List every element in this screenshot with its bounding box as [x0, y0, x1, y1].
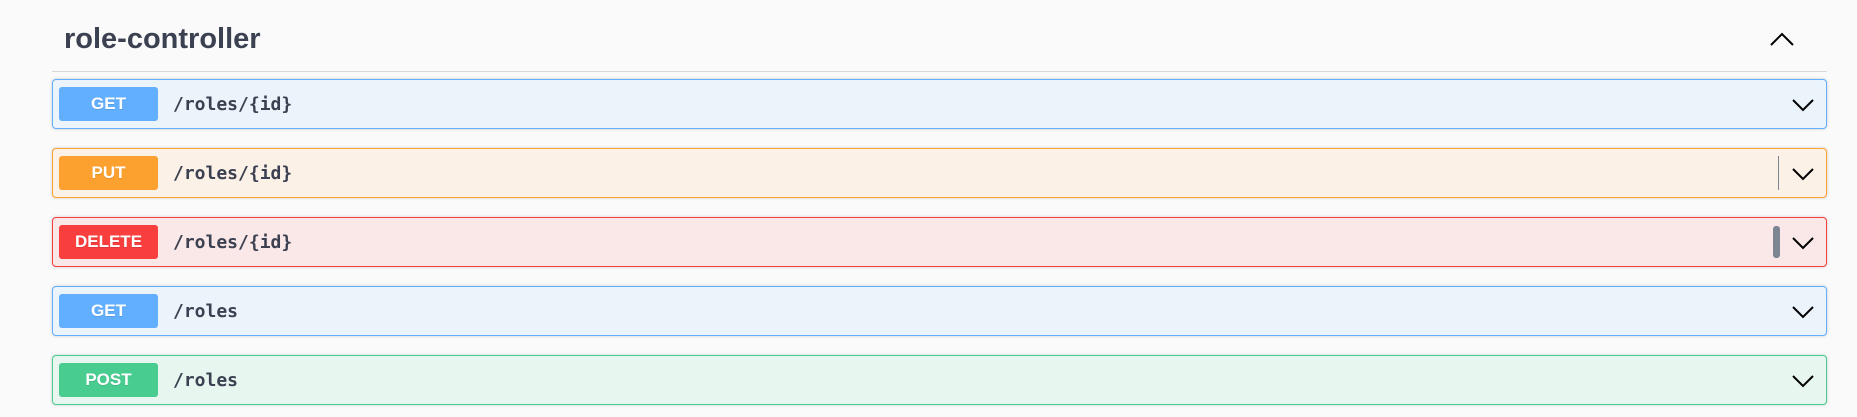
copy-divider: [1778, 156, 1779, 190]
chevron-down-icon: [1792, 237, 1814, 250]
copy-handle[interactable]: [1773, 226, 1780, 258]
operation-get-roles-id[interactable]: GET /roles/{id}: [52, 79, 1827, 129]
operation-post-roles[interactable]: POST /roles: [52, 355, 1827, 405]
operation-get-roles[interactable]: GET /roles: [52, 286, 1827, 336]
expand-operation-button[interactable]: [1790, 368, 1816, 394]
collapse-section-button[interactable]: [1765, 22, 1799, 56]
method-badge: POST: [59, 363, 158, 397]
operation-put-roles-id[interactable]: PUT /roles/{id}: [52, 148, 1827, 198]
section-header[interactable]: role-controller: [52, 0, 1827, 72]
method-badge: PUT: [59, 156, 158, 190]
operation-path: /roles/{id}: [173, 163, 293, 184]
section-title: role-controller: [64, 23, 261, 55]
method-badge: DELETE: [59, 225, 158, 259]
expand-operation-button[interactable]: [1790, 161, 1816, 187]
swagger-page: role-controller GET /roles/{id} PUT /rol…: [0, 0, 1857, 417]
chevron-down-icon: [1792, 99, 1814, 112]
expand-operation-button[interactable]: [1790, 230, 1816, 256]
chevron-down-icon: [1792, 375, 1814, 388]
operation-path: /roles: [173, 370, 239, 391]
operation-path: /roles/{id}: [173, 94, 293, 115]
method-badge: GET: [59, 294, 158, 328]
method-badge: GET: [59, 87, 158, 121]
expand-operation-button[interactable]: [1790, 92, 1816, 118]
operation-delete-roles-id[interactable]: DELETE /roles/{id}: [52, 217, 1827, 267]
expand-operation-button[interactable]: [1790, 299, 1816, 325]
operation-path: /roles/{id}: [173, 232, 293, 253]
chevron-down-icon: [1792, 168, 1814, 181]
chevron-up-icon: [1770, 32, 1794, 46]
operation-path: /roles: [173, 301, 239, 322]
chevron-down-icon: [1792, 306, 1814, 319]
